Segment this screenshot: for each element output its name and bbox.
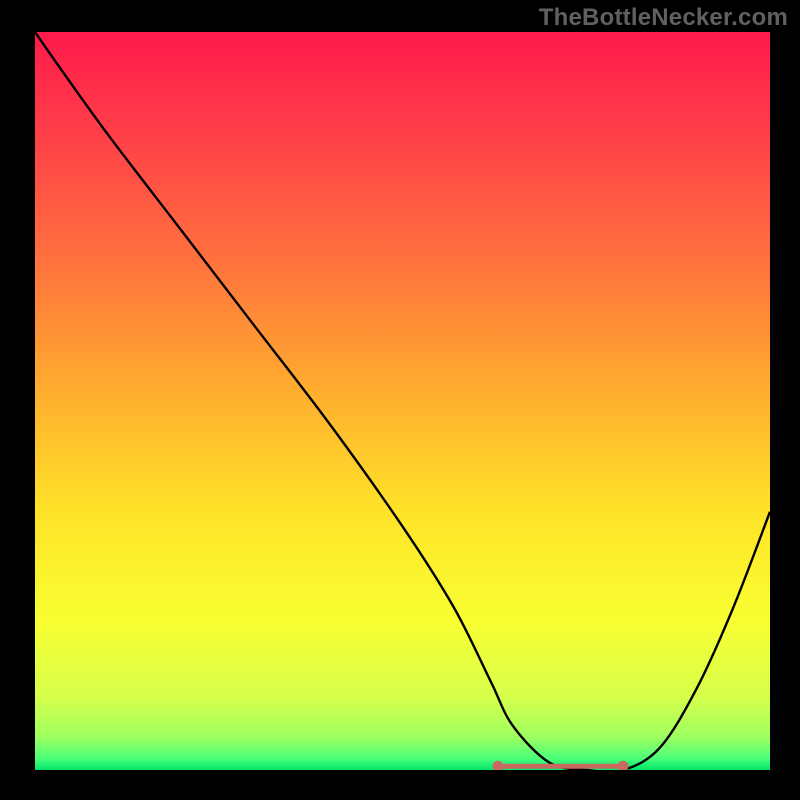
gradient-background <box>35 32 770 770</box>
watermark-text: TheBottleNecker.com <box>539 4 788 32</box>
bottleneck-chart <box>0 0 800 800</box>
chart-frame: TheBottleNecker.com <box>0 0 800 800</box>
